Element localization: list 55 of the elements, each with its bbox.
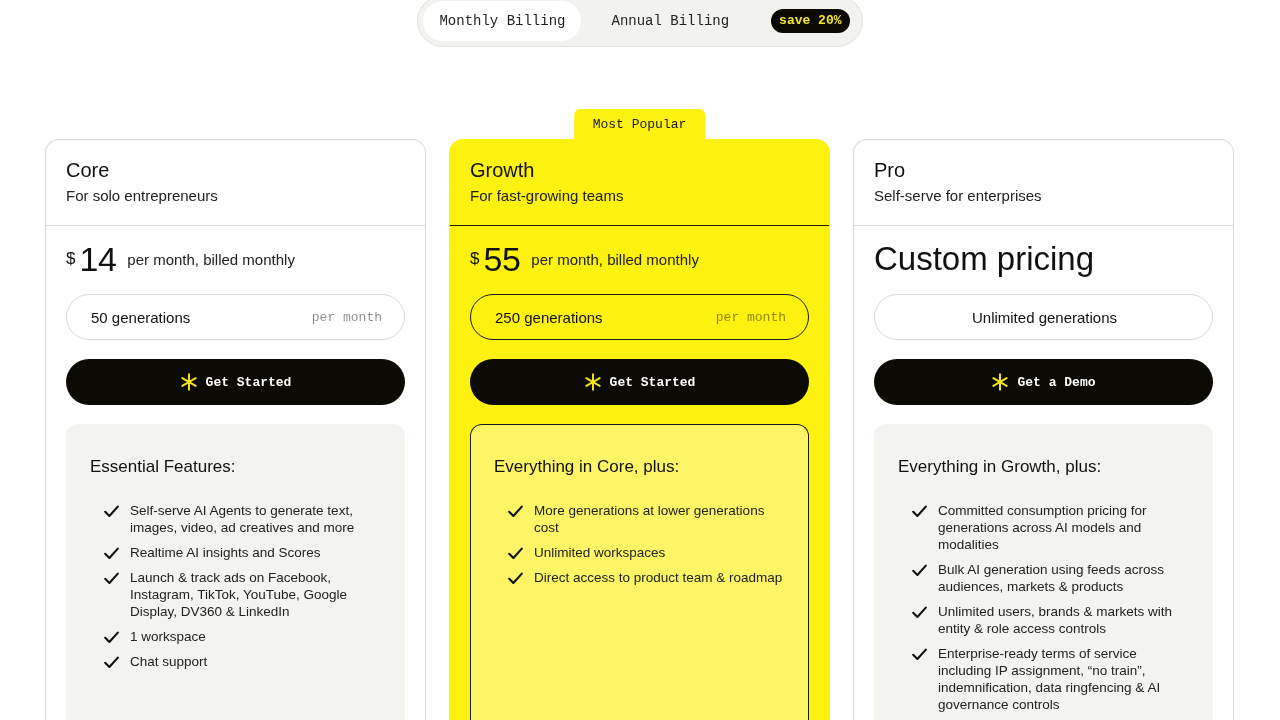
plan-title: Core [66,158,110,182]
features-heading: Everything in Core, plus: [494,456,680,478]
check-icon [104,547,119,560]
feature-text: Launch & track ads on Facebook, Instagram, TikTok, YouTube, Google Display, DV360 & LinkedIn [130,569,349,620]
generations-amount: 50 generations [91,308,191,326]
feature-text: Enterprise-ready terms of service including IP assignment, “no train”, indemnification, data ringfencing & AI governance controls [938,645,1162,713]
check-icon [508,547,523,560]
custom-price: Custom pricing [874,242,1095,276]
check-icon [508,505,523,518]
feature-text: More generations at lower generations cost [534,502,766,536]
feature-text: Direct access to product team & roadmap [534,569,783,586]
asterisk-icon [583,373,602,391]
generations-amount: Unlimited generations [971,308,1118,326]
feature-text: Realtime AI insights and Scores [130,544,321,561]
billing-period: per month, billed monthly [127,250,295,268]
billing-period: per month, billed monthly [531,250,699,268]
features-heading: Everything in Growth, plus: [898,456,1102,478]
check-icon [912,505,927,518]
feature-text: 1 workspace [130,628,206,645]
check-icon [104,572,119,585]
generations-period: per month [715,309,786,325]
asterisk-icon [991,373,1010,391]
plan-title: Pro [874,158,906,182]
feature-text: Unlimited users, brands & markets with entity & role access controls [938,603,1174,637]
discount-badge: save 20% [771,9,850,33]
cta-button[interactable]: Get a Demo [874,359,1213,405]
generations-amount: 250 generations [495,308,603,326]
price-amount: 55 [483,242,521,276]
features-heading: Essential Features: [90,456,236,478]
billing-option[interactable]: Annual Billing [595,1,746,41]
check-icon [104,631,119,644]
feature-text: Chat support [130,653,208,670]
feature-text: Committed consumption pricing for generations across AI models and modalities [938,502,1148,553]
plan-tagline: Self-serve for enterprises [874,186,1042,206]
plan-tagline: For fast-growing teams [470,186,624,206]
asterisk-icon [179,373,198,391]
price-amount: 14 [79,242,117,276]
feature-text: Self-serve AI Agents to generate text, images, video, ad creatives and more [130,502,356,536]
check-icon [104,656,119,669]
cta-button[interactable]: Get Started [470,359,809,405]
check-icon [104,505,119,518]
generations-period: per month [311,309,382,325]
plan-title: Growth [470,158,535,182]
cta-button[interactable]: Get Started [66,359,405,405]
billing-option[interactable]: Monthly Billing [423,1,582,41]
check-icon [508,572,523,585]
plan-tagline: For solo entrepreneurs [66,186,218,206]
currency-symbol: $ [66,249,76,269]
check-icon [912,564,927,577]
currency-symbol: $ [470,249,480,269]
feature-text: Unlimited workspaces [534,544,666,561]
check-icon [912,606,927,619]
popular-ribbon: Most Popular [573,109,706,140]
feature-text: Bulk AI generation using feeds across audiences, markets & products [938,561,1165,595]
check-icon [912,648,927,661]
